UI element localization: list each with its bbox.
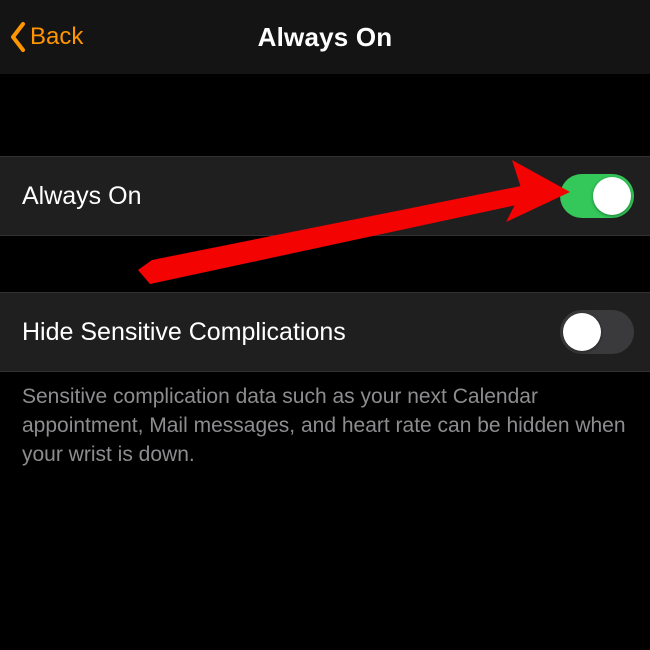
settings-screen: Back Always On Always On Hide Sensitive … xyxy=(0,0,650,650)
page-title: Always On xyxy=(258,22,393,53)
nav-header: Back Always On xyxy=(0,0,650,74)
back-label: Back xyxy=(30,23,83,51)
spacer xyxy=(0,74,650,156)
hide-sensitive-label: Hide Sensitive Complications xyxy=(22,318,346,347)
always-on-label: Always On xyxy=(22,182,141,211)
toggle-knob xyxy=(563,313,601,351)
hide-sensitive-row[interactable]: Hide Sensitive Complications xyxy=(0,292,650,372)
back-button[interactable]: Back xyxy=(8,0,83,74)
always-on-toggle[interactable] xyxy=(560,174,634,218)
hide-sensitive-toggle[interactable] xyxy=(560,310,634,354)
section-gap xyxy=(0,236,650,292)
chevron-left-icon xyxy=(8,21,28,53)
toggle-knob xyxy=(593,177,631,215)
hide-sensitive-footer: Sensitive complication data such as your… xyxy=(0,372,650,469)
always-on-row[interactable]: Always On xyxy=(0,156,650,236)
